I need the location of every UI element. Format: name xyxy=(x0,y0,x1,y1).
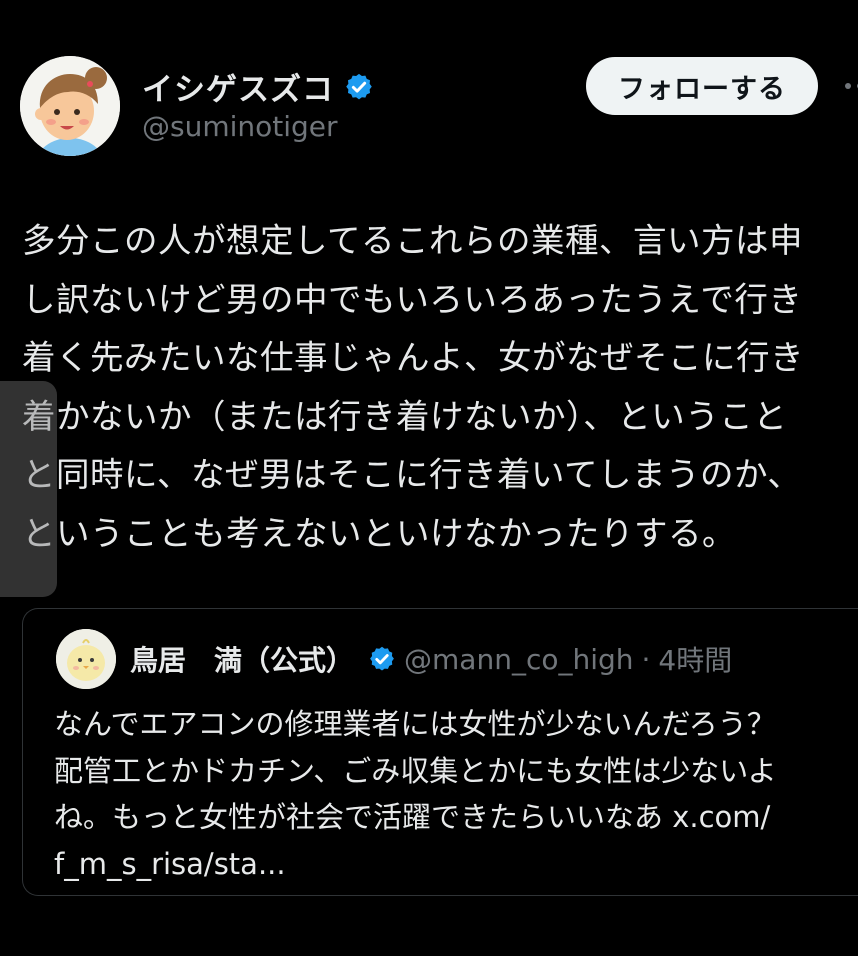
quoted-author-name[interactable]: 鳥居 満（公式） xyxy=(130,639,354,679)
quoted-separator: · xyxy=(641,642,651,676)
author-display-name[interactable]: イシゲスズコ xyxy=(142,64,334,109)
quoted-tweet-header: 鳥居 満（公式） @mann_co_high · 4時間 xyxy=(130,639,732,679)
author-name-row: イシゲスズコ xyxy=(142,64,374,109)
more-dots-icon[interactable] xyxy=(838,68,858,104)
quoted-verified-badge-icon[interactable] xyxy=(368,645,396,673)
quoted-author-avatar[interactable] xyxy=(56,629,116,689)
follow-button[interactable]: フォローする xyxy=(586,57,818,115)
author-avatar[interactable] xyxy=(20,56,120,156)
verified-badge-icon[interactable] xyxy=(344,72,374,102)
scroll-handle[interactable] xyxy=(0,381,57,597)
author-handle[interactable]: @suminotiger xyxy=(142,110,338,143)
quoted-timestamp[interactable]: 4時間 xyxy=(658,639,732,679)
quoted-tweet-card[interactable]: 鳥居 満（公式） @mann_co_high · 4時間 なんでエアコンの修理業… xyxy=(22,608,858,896)
quoted-tweet-text: なんでエアコンの修理業者には女性が少ないんだろう？ 配管工とかドカチン、ごみ収集… xyxy=(54,707,777,881)
chick-avatar-icon xyxy=(56,629,116,689)
quoted-author-handle[interactable]: @mann_co_high xyxy=(404,643,634,676)
cartoon-girl-avatar-icon xyxy=(20,56,120,156)
tweet-text: 多分この人が想定してるこれらの業種、言い方は申 し訳ないけど男の中でもいろいろあ… xyxy=(22,221,804,553)
